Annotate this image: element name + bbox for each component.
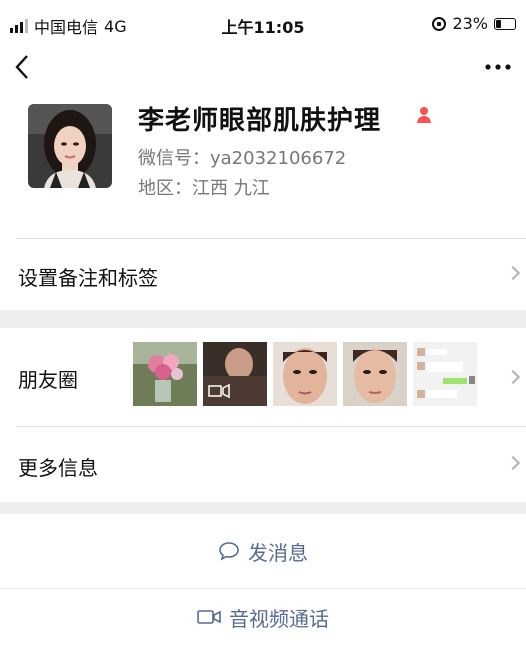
region: 地区：江西 九江 [138, 178, 270, 199]
moment-thumb-face-2 [343, 342, 407, 406]
moments-thumbnails [133, 342, 477, 406]
moments-row[interactable]: 朋友圈 [0, 328, 526, 426]
back-button[interactable] [14, 54, 30, 87]
chevron-right-icon [505, 265, 521, 281]
set-remark-row[interactable]: 设置备注和标签 [0, 238, 526, 310]
moment-thumb-video [203, 342, 267, 406]
battery-percent: 23% [452, 14, 488, 33]
send-message-button[interactable]: 发消息 [0, 514, 526, 588]
rotation-lock-icon [432, 16, 447, 31]
status-right: 23% [432, 14, 516, 33]
more-info-label: 更多信息 [18, 456, 98, 480]
status-bar: 中国电信 4G 上午11:05 23% [0, 0, 526, 46]
female-icon [415, 106, 433, 128]
chevron-right-icon [505, 455, 521, 471]
battery-icon [494, 17, 516, 30]
more-button[interactable] [484, 50, 512, 86]
moments-label: 朋友圈 [18, 368, 78, 392]
divider [16, 426, 526, 427]
video-camera-icon [197, 610, 221, 624]
moment-thumb-flowers [133, 342, 197, 406]
chat-bubble-icon [219, 542, 239, 561]
nav-bar [0, 46, 526, 90]
divider [16, 238, 526, 239]
contact-name: 李老师眼部肌肤护理 [138, 106, 382, 136]
chevron-right-icon [505, 369, 521, 385]
moment-thumb-chat [413, 342, 477, 406]
set-remark-label: 设置备注和标签 [18, 266, 158, 290]
chevron-left-icon [15, 55, 28, 79]
profile-header: 李老师眼部肌肤护理 微信号：ya2032106672 地区：江西 九江 [0, 90, 526, 238]
wechat-id: 微信号：ya2032106672 [138, 148, 347, 169]
more-info-row[interactable]: 更多信息 [0, 426, 526, 502]
video-call-button[interactable]: 音视频通话 [0, 589, 526, 645]
avatar[interactable] [28, 104, 112, 188]
moment-thumb-face-1 [273, 342, 337, 406]
avatar-image [28, 104, 112, 188]
send-message-label: 发消息 [248, 540, 308, 565]
video-call-label: 音视频通话 [229, 606, 329, 631]
more-dots-icon [485, 64, 511, 70]
